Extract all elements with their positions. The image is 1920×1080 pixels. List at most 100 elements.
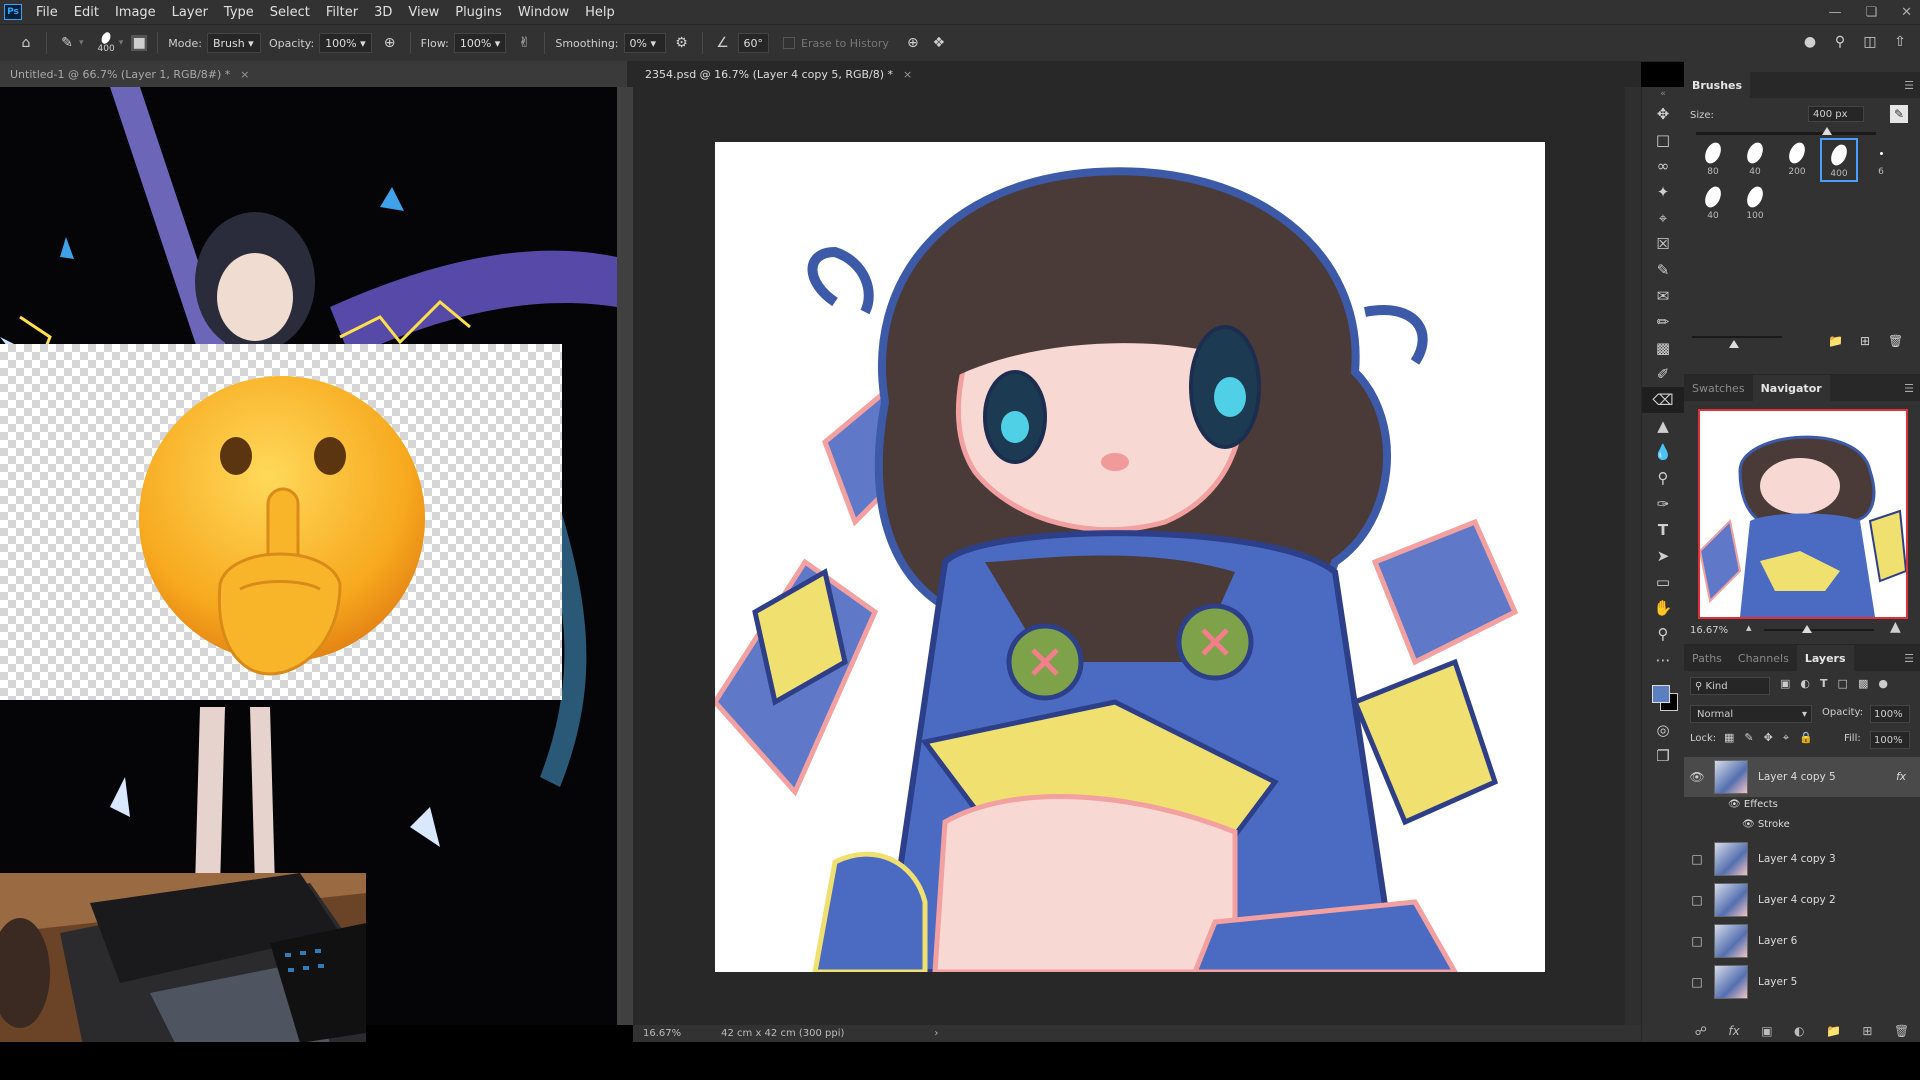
- menu-type[interactable]: Type: [216, 5, 262, 20]
- layer-row[interactable]: □ Layer 4 copy 2: [1684, 880, 1920, 920]
- healing-brush-tool-icon[interactable]: ✉: [1642, 283, 1684, 309]
- stamp-tool-icon[interactable]: ▩: [1642, 335, 1684, 361]
- tab-swatches[interactable]: Swatches: [1684, 375, 1753, 401]
- symmetry-icon[interactable]: ❖: [929, 33, 949, 53]
- link-layers-icon[interactable]: ☍: [1695, 1024, 1707, 1038]
- eyedropper-tool-icon[interactable]: ✎: [1642, 257, 1684, 283]
- new-brush-icon[interactable]: ⊞: [1860, 334, 1870, 348]
- panel-menu-icon[interactable]: ☰: [1904, 79, 1914, 92]
- blend-mode-select[interactable]: Normal ▾: [1690, 705, 1812, 723]
- menu-plugins[interactable]: Plugins: [447, 5, 510, 20]
- brush-preset[interactable]: 40: [1694, 182, 1732, 226]
- size-slider-thumb[interactable]: [1822, 127, 1832, 135]
- menu-edit[interactable]: Edit: [66, 5, 107, 20]
- minimize-icon[interactable]: —: [1828, 5, 1841, 20]
- user-icon[interactable]: ●: [1800, 32, 1820, 52]
- restore-icon[interactable]: ❏: [1865, 5, 1877, 20]
- menu-image[interactable]: Image: [107, 5, 164, 20]
- lock-pixels-icon[interactable]: ✎: [1744, 731, 1753, 745]
- workspace-scrollbar[interactable]: [1625, 87, 1641, 1025]
- visibility-eye-icon[interactable]: 👁: [1728, 799, 1741, 810]
- visibility-eye-icon[interactable]: 👁: [1684, 770, 1710, 784]
- add-style-icon[interactable]: fx: [1728, 1024, 1739, 1038]
- opacity-input[interactable]: 100% ▾: [319, 33, 372, 53]
- effect-stroke-row[interactable]: 👁 Stroke: [1742, 819, 1790, 830]
- brush-preset[interactable]: 80: [1694, 138, 1732, 182]
- new-layer-icon[interactable]: ⊞: [1862, 1024, 1872, 1038]
- panel-menu-icon[interactable]: ☰: [1904, 652, 1914, 665]
- brush-preset-selected[interactable]: 400: [1820, 138, 1858, 182]
- flow-input[interactable]: 100% ▾: [453, 33, 507, 53]
- lock-all-icon[interactable]: 🔒: [1799, 731, 1813, 745]
- preview-size-thumb[interactable]: [1729, 340, 1739, 348]
- marquee-tool-icon[interactable]: □: [1642, 127, 1684, 153]
- smoothing-gear-icon[interactable]: ⚙: [672, 33, 692, 53]
- collapse-toolbar-icon[interactable]: «: [1642, 87, 1684, 101]
- crop-tool-icon[interactable]: ⌖: [1642, 205, 1684, 231]
- tab-untitled-1[interactable]: Untitled-1 @ 66.7% (Layer 1, RGB/8#) * ×: [0, 61, 627, 87]
- menu-filter[interactable]: Filter: [318, 5, 366, 20]
- brush-preset-picker[interactable]: 400: [98, 30, 115, 54]
- navigator-zoom-slider[interactable]: [1764, 629, 1874, 631]
- left-document-scrollbar[interactable]: [617, 87, 633, 1025]
- rectangle-tool-icon[interactable]: ▭: [1642, 569, 1684, 595]
- status-zoom[interactable]: 16.67%: [643, 1028, 681, 1039]
- fx-badge[interactable]: fx: [1896, 771, 1906, 783]
- brush-tool-icon[interactable]: ✏: [1642, 309, 1684, 335]
- paint-bucket-tool-icon[interactable]: ▲: [1642, 413, 1684, 439]
- type-tool-icon[interactable]: T: [1642, 517, 1684, 543]
- menu-window[interactable]: Window: [510, 5, 577, 20]
- navigator-zoom-thumb[interactable]: [1802, 625, 1812, 633]
- menu-view[interactable]: View: [400, 5, 447, 20]
- panel-menu-icon[interactable]: ☰: [1904, 382, 1914, 395]
- erase-history-checkbox[interactable]: [783, 37, 796, 49]
- search-icon[interactable]: ⚲: [1830, 32, 1850, 52]
- visibility-eye-icon[interactable]: □: [1684, 852, 1710, 866]
- brush-preset[interactable]: 100: [1736, 182, 1774, 226]
- pressure-size-icon[interactable]: ⊕: [903, 33, 923, 53]
- tab-navigator[interactable]: Navigator: [1752, 375, 1830, 401]
- frame-tool-icon[interactable]: ☒: [1642, 231, 1684, 257]
- menu-layer[interactable]: Layer: [164, 5, 216, 20]
- tab-brushes[interactable]: Brushes: [1684, 72, 1751, 98]
- blur-tool-icon[interactable]: 💧: [1642, 439, 1684, 465]
- menu-help[interactable]: Help: [577, 5, 623, 20]
- airbrush-icon[interactable]: ✌: [514, 33, 534, 53]
- filter-shape-icon[interactable]: □: [1838, 677, 1848, 690]
- brush-pose-icon[interactable]: ✎: [1890, 105, 1908, 123]
- layer-filter-select[interactable]: ⚲ Kind: [1690, 677, 1770, 695]
- eraser-tool-preset-icon[interactable]: ✎: [57, 33, 77, 53]
- filter-adjustment-icon[interactable]: ◐: [1800, 677, 1810, 690]
- home-icon[interactable]: ⌂: [16, 33, 36, 53]
- size-input[interactable]: 400 px: [1808, 106, 1864, 122]
- filter-toggle-icon[interactable]: ●: [1878, 677, 1888, 690]
- close-tab-icon[interactable]: ×: [240, 68, 249, 81]
- eraser-tool-icon[interactable]: ⌫: [1642, 387, 1684, 413]
- smoothing-input[interactable]: 0% ▾: [623, 33, 666, 53]
- add-mask-icon[interactable]: ▣: [1761, 1024, 1772, 1038]
- menu-select[interactable]: Select: [262, 5, 318, 20]
- pressure-opacity-icon[interactable]: ⊕: [380, 33, 400, 53]
- angle-input[interactable]: 60°: [737, 33, 770, 53]
- adjustment-layer-icon[interactable]: ◐: [1794, 1024, 1804, 1038]
- path-selection-tool-icon[interactable]: ➤: [1642, 543, 1684, 569]
- layer-row[interactable]: □ Layer 5: [1684, 962, 1920, 1002]
- screen-mode-icon[interactable]: ❐: [1642, 743, 1684, 769]
- workspace-icon[interactable]: ◫: [1860, 32, 1880, 52]
- filter-type-icon[interactable]: T: [1820, 677, 1828, 690]
- filter-pixel-icon[interactable]: ▣: [1780, 677, 1790, 690]
- lock-artboard-icon[interactable]: ⌖: [1783, 731, 1789, 745]
- size-slider-track[interactable]: [1696, 132, 1876, 135]
- hand-tool-icon[interactable]: ✋: [1642, 595, 1684, 621]
- more-tools-icon[interactable]: ⋯: [1642, 647, 1684, 673]
- foreground-color-swatch[interactable]: [1652, 685, 1670, 703]
- status-expand-icon[interactable]: ›: [934, 1028, 938, 1039]
- quick-mask-icon[interactable]: ◎: [1642, 717, 1684, 743]
- mode-select[interactable]: Brush ▾: [206, 33, 261, 53]
- dodge-tool-icon[interactable]: ⚲: [1642, 465, 1684, 491]
- tab-channels[interactable]: Channels: [1730, 645, 1797, 671]
- lock-transparent-icon[interactable]: ▦: [1724, 731, 1734, 745]
- close-icon[interactable]: ✕: [1901, 5, 1912, 20]
- share-icon[interactable]: ⇧: [1890, 32, 1910, 52]
- brush-preset[interactable]: 200: [1778, 138, 1816, 182]
